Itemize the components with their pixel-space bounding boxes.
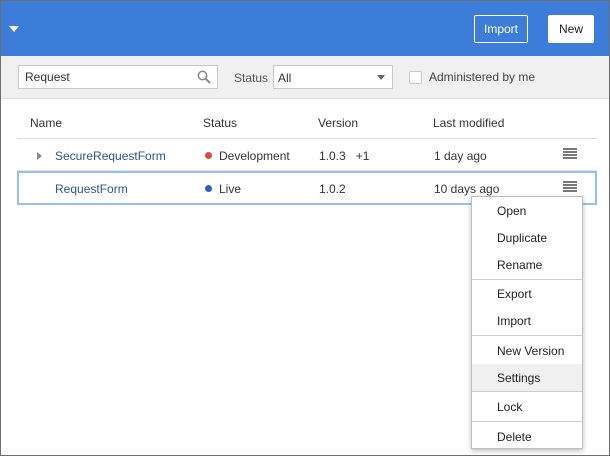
menu-item-rename[interactable]: Rename <box>472 251 582 278</box>
row-version-number: 1.0.2 <box>319 182 346 196</box>
top-bar: Import New <box>1 1 609 56</box>
row-version-extra: +1 <box>355 149 370 163</box>
status-dot-icon <box>205 152 212 159</box>
context-menu: Open Duplicate Rename Export Import New … <box>471 196 583 449</box>
search-box <box>18 65 218 89</box>
column-header-name[interactable]: Name <box>30 116 62 130</box>
administered-checkbox[interactable] <box>409 71 422 84</box>
status-select-value: All <box>278 71 292 85</box>
menu-item-export[interactable]: Export <box>472 280 582 307</box>
row-name-link[interactable]: RequestForm <box>55 182 128 196</box>
menu-item-import[interactable]: Import <box>472 307 582 334</box>
chevron-down-icon <box>377 75 385 80</box>
row-status-text: Development <box>219 149 290 163</box>
app-window: Import New Status All Administered by me… <box>0 0 610 456</box>
row-name-link[interactable]: SecureRequestForm <box>55 149 166 163</box>
new-button[interactable]: New <box>548 15 594 43</box>
administered-checkbox-label[interactable]: Administered by me <box>429 70 535 84</box>
menu-item-settings[interactable]: Settings <box>472 364 582 391</box>
menu-divider <box>472 335 582 336</box>
column-header-last-modified[interactable]: Last modified <box>433 116 504 130</box>
row-version-number: 1.0.3 <box>319 149 346 163</box>
row-version: 1.0.3 +1 <box>319 149 369 163</box>
dropdown-caret-icon[interactable] <box>9 26 19 32</box>
column-header-status[interactable]: Status <box>203 116 237 130</box>
row-menu-icon[interactable] <box>563 181 577 193</box>
search-input[interactable] <box>19 66 187 88</box>
search-icon[interactable] <box>197 70 211 84</box>
menu-item-delete[interactable]: Delete <box>472 423 582 450</box>
menu-item-new-version[interactable]: New Version <box>472 337 582 364</box>
row-menu-icon[interactable] <box>563 148 577 160</box>
row-status: Development <box>205 149 290 163</box>
menu-divider <box>472 391 582 392</box>
table-row[interactable]: SecureRequestForm Development 1.0.3 +1 1… <box>17 139 597 171</box>
row-status: Live <box>205 182 241 196</box>
menu-item-open[interactable]: Open <box>472 197 582 224</box>
filter-bar: Status All Administered by me <box>1 56 609 99</box>
column-header-version[interactable]: Version <box>318 116 358 130</box>
status-select[interactable]: All <box>273 65 393 89</box>
menu-item-lock[interactable]: Lock <box>472 393 582 420</box>
import-button[interactable]: Import <box>474 15 528 43</box>
row-last-modified: 1 day ago <box>434 149 487 163</box>
row-status-text: Live <box>219 182 242 196</box>
status-dot-icon <box>205 185 212 192</box>
menu-divider <box>472 421 582 422</box>
row-last-modified: 10 days ago <box>434 182 500 196</box>
table-header: Name Status Version Last modified <box>17 106 597 139</box>
status-filter-label: Status <box>234 71 269 85</box>
expand-triangle-icon[interactable] <box>37 152 42 160</box>
menu-item-duplicate[interactable]: Duplicate <box>472 224 582 251</box>
